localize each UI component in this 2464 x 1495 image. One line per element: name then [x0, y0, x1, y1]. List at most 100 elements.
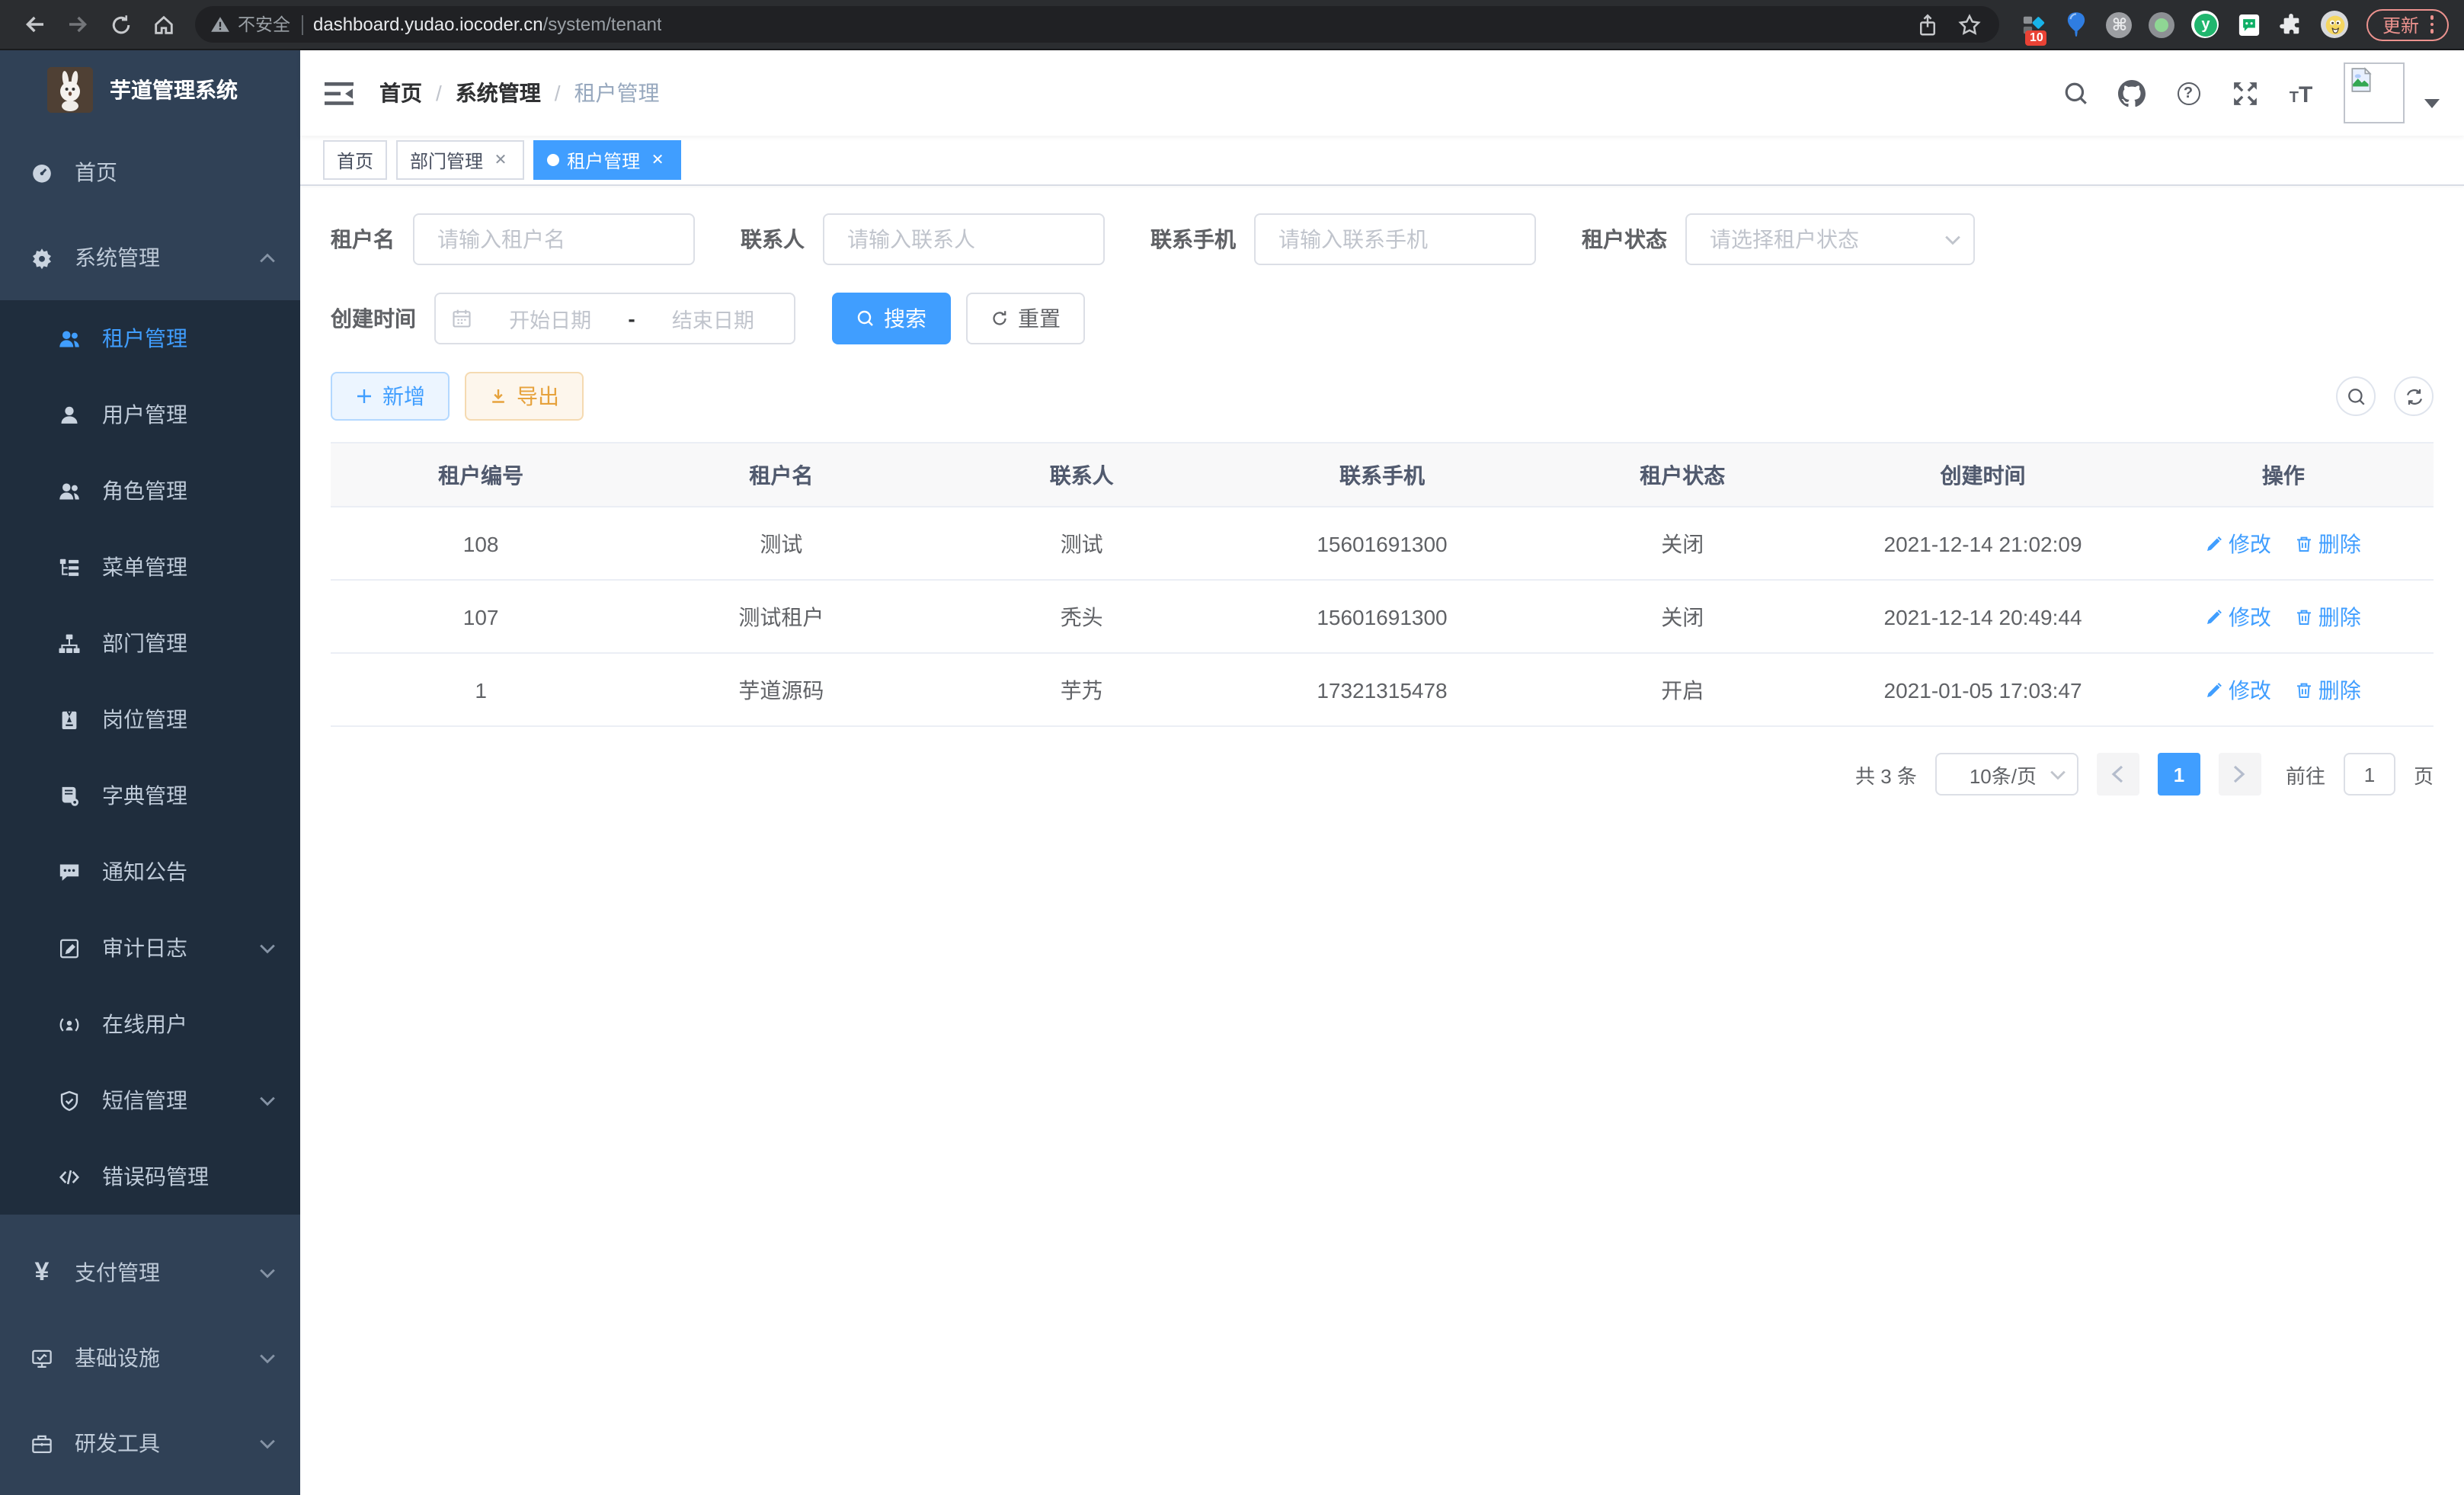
- sidebar-item-sms[interactable]: 短信管理: [0, 1062, 300, 1138]
- sidebar-item-pay[interactable]: ¥ 支付管理: [0, 1230, 300, 1315]
- delete-link[interactable]: 删除: [2296, 528, 2361, 559]
- tenant-name-input[interactable]: [413, 213, 695, 265]
- edit-link[interactable]: 修改: [2206, 601, 2271, 632]
- github-icon[interactable]: [2118, 79, 2146, 107]
- breadcrumb-item[interactable]: 首页: [379, 78, 422, 108]
- cell-contact: 秃头: [932, 580, 1232, 653]
- reload-icon[interactable]: [101, 5, 140, 44]
- sidebar-item-user[interactable]: 用户管理: [0, 376, 300, 453]
- sidebar-item-error-code[interactable]: 错误码管理: [0, 1138, 300, 1215]
- avatar[interactable]: [2344, 62, 2405, 123]
- site-security-chip[interactable]: 不安全: [210, 12, 290, 37]
- badge-icon: [58, 708, 81, 731]
- add-button[interactable]: 新增: [331, 372, 450, 421]
- edit-icon: [2206, 534, 2224, 552]
- table-tools: [2336, 376, 2434, 416]
- total-count: 共 3 条: [1855, 760, 1917, 789]
- breadcrumb-item-current: 租户管理: [574, 78, 660, 108]
- help-icon[interactable]: ?: [2174, 79, 2202, 107]
- avatar-caret-icon[interactable]: [2424, 99, 2440, 108]
- col-header-contact: 联系人: [932, 443, 1232, 507]
- sidebar-item-post[interactable]: 岗位管理: [0, 681, 300, 757]
- tag-dept[interactable]: 部门管理 ✕: [396, 140, 524, 180]
- extension-yesdev-icon[interactable]: y: [2192, 11, 2219, 38]
- close-icon[interactable]: ✕: [648, 150, 667, 170]
- back-icon[interactable]: [15, 5, 55, 44]
- app-logo-row[interactable]: 芋道管理系统: [0, 50, 300, 130]
- cell-mobile: 15601691300: [1232, 507, 1532, 580]
- status-select[interactable]: 请选择租户状态: [1685, 213, 1975, 265]
- goto-label: 前往: [2286, 760, 2325, 789]
- close-icon[interactable]: ✕: [491, 150, 510, 170]
- reset-button-label: 重置: [1018, 303, 1061, 334]
- mobile-input[interactable]: [1254, 213, 1536, 265]
- refresh-table-button[interactable]: [2394, 376, 2434, 416]
- prev-page-button[interactable]: [2097, 753, 2139, 796]
- tag-label: 租户管理: [567, 147, 640, 173]
- page-size-select[interactable]: 10条/页: [1935, 753, 2078, 796]
- cell-contact: 芋艿: [932, 653, 1232, 726]
- date-range-picker[interactable]: 开始日期 - 结束日期: [434, 293, 795, 344]
- dashboard-icon: [30, 161, 53, 184]
- fullscreen-icon[interactable]: [2231, 79, 2258, 107]
- search-icon[interactable]: [2062, 79, 2089, 107]
- tag-tenant[interactable]: 租户管理 ✕: [533, 140, 681, 180]
- sidebar-item-dict[interactable]: 字典管理: [0, 757, 300, 834]
- url-path: /system/tenant: [543, 14, 662, 35]
- forward-icon[interactable]: [58, 5, 98, 44]
- sidebar-toggle-icon[interactable]: [325, 82, 354, 104]
- sidebar-item-infra[interactable]: 基础设施: [0, 1315, 300, 1401]
- cell-tenant-id: 107: [331, 580, 631, 653]
- next-page-button[interactable]: [2219, 753, 2261, 796]
- search-button[interactable]: 搜索: [832, 293, 951, 344]
- plus-icon: [355, 387, 373, 405]
- extension-balloon-icon[interactable]: [2064, 11, 2090, 37]
- navbar-tools: ? TT: [2062, 62, 2440, 123]
- chevron-down-icon: [1944, 234, 1961, 245]
- extension-chat-icon[interactable]: [2236, 11, 2262, 37]
- chrome-update-button[interactable]: 更新: [2367, 8, 2449, 40]
- contact-input[interactable]: [823, 213, 1105, 265]
- sidebar-item-devtools[interactable]: 研发工具: [0, 1401, 300, 1486]
- font-size-icon[interactable]: TT: [2287, 79, 2315, 107]
- url-host: dashboard.yudao.iocoder.cn: [313, 14, 543, 35]
- sidebar-item-role[interactable]: 角色管理: [0, 453, 300, 529]
- sidebar-item-dept[interactable]: 部门管理: [0, 605, 300, 681]
- edit-link[interactable]: 修改: [2206, 528, 2271, 559]
- yen-icon: ¥: [30, 1257, 53, 1288]
- page-number-current[interactable]: 1: [2158, 753, 2200, 796]
- goto-page-input[interactable]: [2344, 753, 2395, 796]
- sidebar-item-tenant[interactable]: 租户管理: [0, 300, 300, 376]
- sidebar-item-system[interactable]: 系统管理: [0, 215, 300, 300]
- edit-link[interactable]: 修改: [2206, 674, 2271, 705]
- extension-badged-icon[interactable]: 10: [2021, 11, 2047, 37]
- sidebar-item-notice[interactable]: 通知公告: [0, 834, 300, 910]
- profile-avatar-icon[interactable]: [2322, 11, 2349, 38]
- chevron-down-icon: [2050, 769, 2066, 780]
- export-button[interactable]: 导出: [465, 372, 584, 421]
- delete-link[interactable]: 删除: [2296, 674, 2361, 705]
- sidebar-item-online-users[interactable]: 在线用户: [0, 986, 300, 1062]
- chevron-up-icon: [259, 252, 276, 263]
- bookmark-star-icon[interactable]: [1954, 5, 1985, 44]
- extension-command-icon[interactable]: ⌘: [2107, 11, 2133, 37]
- calendar-icon: [451, 308, 472, 329]
- extension-dot-icon[interactable]: [2149, 11, 2175, 37]
- tag-home[interactable]: 首页: [323, 140, 387, 180]
- sidebar-item-home[interactable]: 首页: [0, 130, 300, 215]
- warning-icon: [210, 15, 230, 34]
- address-bar[interactable]: 不安全 dashboard.yudao.iocoder.cn/system/te…: [195, 6, 2000, 43]
- cell-created: 2021-12-14 20:49:44: [1832, 580, 2133, 653]
- delete-link[interactable]: 删除: [2296, 601, 2361, 632]
- sidebar-item-menu[interactable]: 菜单管理: [0, 529, 300, 605]
- sidebar-item-audit-log[interactable]: 审计日志: [0, 910, 300, 986]
- chrome-menu-icon[interactable]: [2430, 16, 2434, 34]
- show-search-button[interactable]: [2336, 376, 2376, 416]
- extensions-puzzle-icon[interactable]: [2279, 11, 2305, 37]
- reset-button[interactable]: 重置: [966, 293, 1085, 344]
- breadcrumb-item[interactable]: 系统管理: [456, 78, 541, 108]
- share-icon[interactable]: [1913, 5, 1944, 44]
- trash-icon: [2296, 607, 2314, 626]
- end-date-placeholder: 结束日期: [648, 303, 779, 334]
- home-icon[interactable]: [143, 5, 183, 44]
